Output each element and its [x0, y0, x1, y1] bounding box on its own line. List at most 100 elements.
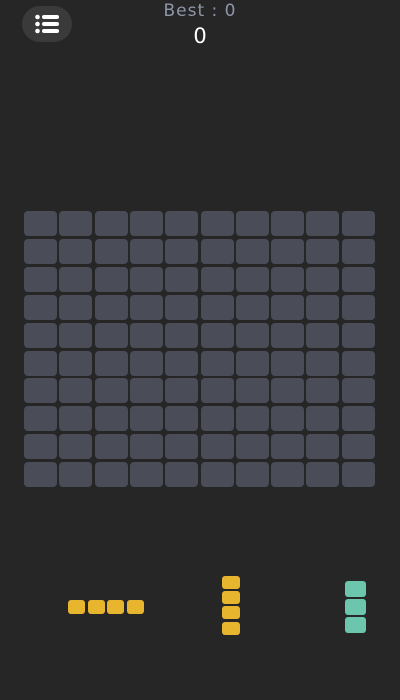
board-cell[interactable]: [165, 351, 198, 376]
board-cell[interactable]: [130, 239, 163, 264]
board-cell[interactable]: [130, 378, 163, 403]
board-cell[interactable]: [130, 267, 163, 292]
board-cell[interactable]: [306, 323, 339, 348]
board-cell[interactable]: [165, 239, 198, 264]
board-cell[interactable]: [201, 406, 234, 431]
board-cell[interactable]: [59, 267, 92, 292]
board-cell[interactable]: [130, 211, 163, 236]
board-cell[interactable]: [271, 378, 304, 403]
board-cell[interactable]: [95, 351, 128, 376]
board-cell[interactable]: [24, 462, 57, 487]
board-cell[interactable]: [59, 211, 92, 236]
board-cell[interactable]: [130, 406, 163, 431]
board-cell[interactable]: [95, 211, 128, 236]
board-cell[interactable]: [271, 406, 304, 431]
board-cell[interactable]: [59, 239, 92, 264]
board-cell[interactable]: [306, 378, 339, 403]
board-cell[interactable]: [95, 462, 128, 487]
board-cell[interactable]: [271, 351, 304, 376]
board-cell[interactable]: [24, 406, 57, 431]
board-cell[interactable]: [201, 323, 234, 348]
board-cell[interactable]: [201, 239, 234, 264]
board-cell[interactable]: [59, 323, 92, 348]
board-cell[interactable]: [130, 434, 163, 459]
board-cell[interactable]: [236, 211, 269, 236]
board-cell[interactable]: [271, 323, 304, 348]
board-cell[interactable]: [130, 462, 163, 487]
board-cell[interactable]: [165, 462, 198, 487]
board-cell[interactable]: [24, 323, 57, 348]
board-cell[interactable]: [342, 267, 375, 292]
board-cell[interactable]: [59, 295, 92, 320]
board-cell[interactable]: [24, 239, 57, 264]
board-cell[interactable]: [201, 462, 234, 487]
board-cell[interactable]: [165, 295, 198, 320]
game-board[interactable]: [24, 211, 376, 489]
board-cell[interactable]: [165, 323, 198, 348]
board-cell[interactable]: [59, 378, 92, 403]
board-cell[interactable]: [236, 323, 269, 348]
board-cell[interactable]: [271, 267, 304, 292]
board-cell[interactable]: [236, 378, 269, 403]
board-cell[interactable]: [306, 434, 339, 459]
board-cell[interactable]: [165, 211, 198, 236]
board-cell[interactable]: [271, 239, 304, 264]
board-cell[interactable]: [342, 239, 375, 264]
board-cell[interactable]: [95, 323, 128, 348]
board-cell[interactable]: [201, 295, 234, 320]
board-cell[interactable]: [95, 378, 128, 403]
board-cell[interactable]: [236, 239, 269, 264]
board-cell[interactable]: [130, 351, 163, 376]
board-cell[interactable]: [201, 434, 234, 459]
board-cell[interactable]: [130, 323, 163, 348]
board-cell[interactable]: [236, 434, 269, 459]
board-cell[interactable]: [271, 462, 304, 487]
board-cell[interactable]: [24, 351, 57, 376]
board-cell[interactable]: [59, 462, 92, 487]
board-cell[interactable]: [59, 434, 92, 459]
board-cell[interactable]: [306, 351, 339, 376]
piece-vertical-i4[interactable]: [222, 576, 241, 637]
board-cell[interactable]: [201, 211, 234, 236]
board-cell[interactable]: [306, 267, 339, 292]
piece-vertical-i3[interactable]: [345, 581, 367, 634]
board-cell[interactable]: [165, 378, 198, 403]
board-cell[interactable]: [24, 267, 57, 292]
board-cell[interactable]: [271, 434, 304, 459]
board-cell[interactable]: [24, 211, 57, 236]
board-cell[interactable]: [95, 239, 128, 264]
board-cell[interactable]: [59, 351, 92, 376]
board-cell[interactable]: [130, 295, 163, 320]
board-cell[interactable]: [24, 378, 57, 403]
board-cell[interactable]: [342, 351, 375, 376]
board-cell[interactable]: [201, 351, 234, 376]
board-cell[interactable]: [95, 267, 128, 292]
board-cell[interactable]: [342, 211, 375, 236]
board-cell[interactable]: [342, 434, 375, 459]
board-cell[interactable]: [95, 295, 128, 320]
board-cell[interactable]: [236, 295, 269, 320]
board-cell[interactable]: [236, 462, 269, 487]
board-cell[interactable]: [306, 239, 339, 264]
board-cell[interactable]: [24, 434, 57, 459]
board-cell[interactable]: [342, 295, 375, 320]
board-cell[interactable]: [201, 267, 234, 292]
piece-horizontal-i4[interactable]: [68, 600, 145, 615]
board-cell[interactable]: [95, 406, 128, 431]
board-cell[interactable]: [306, 295, 339, 320]
board-cell[interactable]: [342, 462, 375, 487]
board-cell[interactable]: [271, 295, 304, 320]
board-cell[interactable]: [342, 378, 375, 403]
board-cell[interactable]: [201, 378, 234, 403]
board-cell[interactable]: [342, 323, 375, 348]
board-cell[interactable]: [306, 211, 339, 236]
board-cell[interactable]: [95, 434, 128, 459]
board-cell[interactable]: [306, 462, 339, 487]
board-cell[interactable]: [59, 406, 92, 431]
board-cell[interactable]: [236, 351, 269, 376]
board-cell[interactable]: [236, 406, 269, 431]
board-cell[interactable]: [342, 406, 375, 431]
board-cell[interactable]: [165, 267, 198, 292]
board-cell[interactable]: [306, 406, 339, 431]
board-cell[interactable]: [24, 295, 57, 320]
